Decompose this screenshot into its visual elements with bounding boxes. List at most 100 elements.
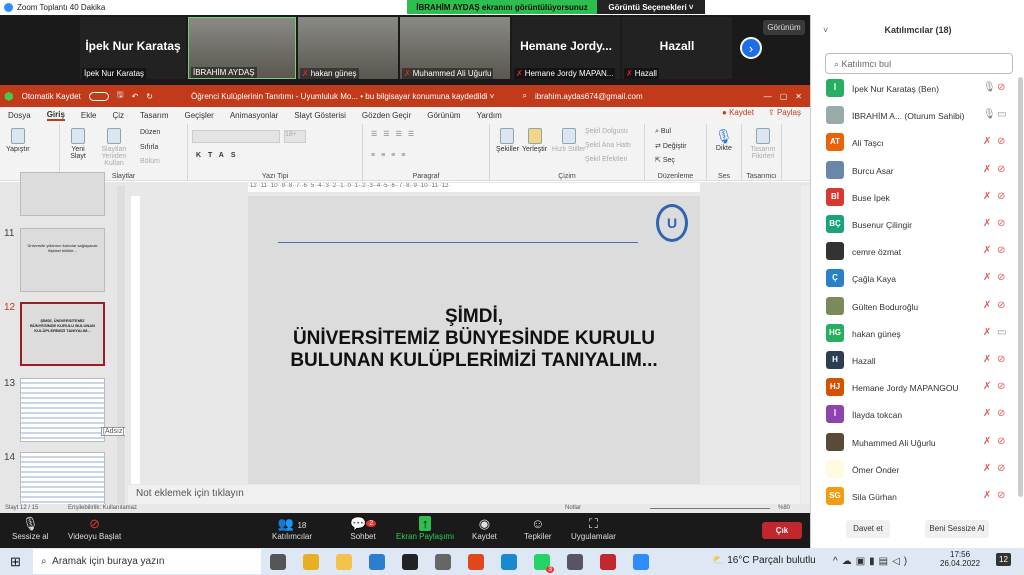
video-camera-icon[interactable]: ▭ bbox=[997, 327, 1006, 338]
start-video-button[interactable]: ⊘ Videoyu Başlat bbox=[68, 516, 121, 541]
clock[interactable]: 17:56 26.04.2022 bbox=[940, 550, 980, 568]
tab-9[interactable]: Görünüm bbox=[427, 111, 460, 120]
mic-muted-icon[interactable]: ✗ bbox=[983, 164, 991, 175]
shapes-button[interactable]: Şekiller bbox=[496, 128, 519, 153]
accessibility-status[interactable]: Erişilebilirlik: Kullanılamaz bbox=[68, 505, 137, 511]
video-tile[interactable]: İpek Nur Karataş İpek Nur Karataş bbox=[80, 17, 186, 79]
microphone-icon[interactable]: 🎙 bbox=[983, 82, 996, 93]
video-off-icon[interactable]: ⊘ bbox=[997, 490, 1005, 501]
mute-button[interactable]: 🎙 Sessize al bbox=[12, 516, 48, 541]
shape-effects-button[interactable]: Şekil Efektleri bbox=[585, 156, 627, 163]
video-off-icon[interactable]: ⊘ bbox=[997, 408, 1005, 419]
taskbar-search[interactable]: ⌕ Aramak için buraya yazın bbox=[33, 549, 261, 574]
participant-row[interactable]: BÇ Busenur Çilingir ✗ ⊘ bbox=[811, 211, 1016, 238]
mic-muted-icon[interactable]: ✗ bbox=[983, 136, 991, 147]
notes-button[interactable]: Notlar bbox=[565, 505, 581, 511]
microphone-icon[interactable]: 🎙 bbox=[983, 109, 996, 120]
file-explorer-icon[interactable] bbox=[336, 554, 352, 570]
share-screen-button[interactable]: ↑ Ekran Paylaşımı bbox=[396, 516, 454, 541]
participant-row[interactable]: Gülten Boduroğlu ✗ ⊘ bbox=[811, 293, 1016, 320]
video-off-icon[interactable]: ⊘ bbox=[997, 245, 1005, 256]
video-off-icon[interactable]: ⊘ bbox=[997, 463, 1005, 474]
save-icon[interactable]: 🖫 bbox=[117, 89, 124, 103]
reset-button[interactable]: Sıfırla bbox=[140, 144, 158, 151]
mic-muted-icon[interactable]: ✗ bbox=[983, 300, 991, 311]
invite-button[interactable]: Davet et bbox=[846, 520, 890, 538]
slide-thumbnail[interactable]: Üniversite yıllarının kalıcılar sağlayac… bbox=[20, 228, 105, 292]
video-off-icon[interactable]: ⊘ bbox=[997, 82, 1005, 93]
tab-7[interactable]: Slayt Gösterisi bbox=[294, 111, 346, 120]
participant-row[interactable]: İBRAHİM A... (Oturum Sahibi) 🎙 ▭ bbox=[811, 102, 1016, 129]
video-tile[interactable]: ✗ hakan güneş bbox=[298, 17, 398, 79]
tab-0[interactable]: Dosya bbox=[8, 111, 31, 120]
participant-row[interactable]: İ İpek Nur Karataş (Ben) 🎙 ⊘ bbox=[811, 75, 1016, 102]
mic-muted-icon[interactable]: ✗ bbox=[983, 354, 991, 365]
participant-row[interactable]: Burcu Asar ✗ ⊘ bbox=[811, 157, 1016, 184]
notes-area[interactable]: Not eklemek için tıklayın bbox=[128, 485, 800, 504]
mic-muted-icon[interactable]: ✗ bbox=[983, 408, 991, 419]
zoom-level[interactable]: %80 bbox=[778, 505, 790, 511]
leave-button[interactable]: Çık bbox=[762, 522, 802, 539]
video-off-icon[interactable]: ⊘ bbox=[997, 354, 1005, 365]
video-off-icon[interactable]: ⊘ bbox=[997, 164, 1005, 175]
section-button[interactable]: Bölüm bbox=[140, 158, 160, 165]
slide-title[interactable]: ŞİMDİ, ÜNİVERSİTEMİZ BÜNYESİNDE KURULU B… bbox=[248, 306, 700, 372]
mic-muted-icon[interactable]: ✗ bbox=[983, 436, 991, 447]
align-buttons[interactable]: ≡≡≡≡ bbox=[371, 152, 411, 159]
participant-row[interactable]: Bİ Buse İpek ✗ ⊘ bbox=[811, 184, 1016, 211]
font-size-select[interactable]: 18+ bbox=[284, 130, 306, 143]
account-email[interactable]: ibrahim.aydas674@gmail.com bbox=[535, 92, 643, 101]
notification-center-icon[interactable]: 12 bbox=[996, 553, 1011, 566]
participant-row[interactable]: H Hazall ✗ ⊘ bbox=[811, 347, 1016, 374]
mic-muted-icon[interactable]: ✗ bbox=[983, 218, 991, 229]
video-off-icon[interactable]: ⊘ bbox=[997, 191, 1005, 202]
mcafee-icon[interactable] bbox=[600, 554, 616, 570]
video-tile[interactable]: Hazall ✗ Hazall bbox=[622, 17, 732, 79]
video-tile[interactable]: Hemane Jordy... ✗ Hemane Jordy MAPAN... bbox=[512, 17, 620, 79]
replace-button[interactable]: ⇄ Değiştir bbox=[655, 142, 687, 150]
next-page-arrow-icon[interactable]: › bbox=[740, 37, 762, 59]
view-button[interactable]: Görünüm bbox=[763, 20, 805, 35]
mic-muted-icon[interactable]: ✗ bbox=[983, 272, 991, 283]
layout-button[interactable]: Düzen bbox=[140, 129, 160, 136]
new-slide-button[interactable]: Yeni Slayt bbox=[66, 128, 90, 160]
slide-thumbnail[interactable] bbox=[20, 172, 105, 216]
participant-search-input[interactable]: ⌕ Katılımcı bul bbox=[825, 53, 1013, 74]
view-options-button[interactable]: Görüntü Seçenekleri ˅ bbox=[597, 0, 705, 14]
tab-8[interactable]: Gözden Geçir bbox=[362, 111, 411, 120]
thumbnail-scrollbar[interactable] bbox=[117, 186, 125, 504]
arrange-button[interactable]: Yerleştir bbox=[522, 128, 547, 153]
system-tray-icons[interactable]: ^☁▣▮▤◁) bbox=[833, 556, 911, 567]
ppt-save-button[interactable]: ● Kaydet bbox=[722, 108, 754, 117]
chrome-icon[interactable] bbox=[303, 554, 319, 570]
video-camera-icon[interactable]: ▭ bbox=[997, 109, 1006, 120]
paste-button[interactable]: Yapıştır bbox=[6, 128, 30, 153]
weather-widget[interactable]: ⛅ 16°C Parçalı bulutlu bbox=[712, 555, 816, 566]
undo-icon[interactable]: ↶ bbox=[132, 92, 139, 101]
camera-icon[interactable] bbox=[435, 554, 451, 570]
participant-row[interactable]: Ömer Önder ✗ ⊘ bbox=[811, 456, 1016, 483]
reactions-button[interactable]: ☺ Tepkiler bbox=[524, 516, 552, 541]
mute-me-button[interactable]: Beni Sessize Al bbox=[925, 520, 989, 538]
video-off-icon[interactable]: ⊘ bbox=[997, 300, 1005, 311]
slide-thumbnails-panel[interactable]: 11 Üniversite yıllarının kalıcılar sağlay… bbox=[0, 172, 125, 516]
video-off-icon[interactable]: ⊘ bbox=[997, 272, 1005, 283]
participant-row[interactable]: AT Ali Taşcı ✗ ⊘ bbox=[811, 129, 1016, 156]
search-icon[interactable]: ⌕ bbox=[522, 91, 526, 101]
autosave-toggle[interactable] bbox=[88, 91, 109, 101]
list-buttons[interactable]: ☰☰☰☰ bbox=[371, 130, 420, 138]
select-button[interactable]: ⇱ Seç bbox=[655, 156, 675, 164]
mic-muted-icon[interactable]: ✗ bbox=[983, 463, 991, 474]
office-icon[interactable] bbox=[468, 554, 484, 570]
task-view-icon[interactable] bbox=[270, 554, 286, 570]
mic-muted-icon[interactable]: ✗ bbox=[983, 381, 991, 392]
calculator-icon[interactable] bbox=[567, 554, 583, 570]
find-button[interactable]: ⌕ Bul bbox=[655, 128, 671, 136]
current-slide[interactable]: U ŞİMDİ, ÜNİVERSİTEMİZ BÜNYESİNDE KURULU… bbox=[248, 196, 700, 484]
close-icon[interactable]: ✕ bbox=[795, 92, 802, 101]
tab-3[interactable]: Çiz bbox=[112, 111, 124, 120]
font-family-select[interactable] bbox=[192, 130, 280, 143]
participant-row[interactable]: SG Sila Gürhan ✗ ⊘ bbox=[811, 483, 1016, 510]
windows-start-icon[interactable]: ⊞ bbox=[10, 554, 21, 570]
ppt-share-button[interactable]: ⇪ Paylaş bbox=[768, 108, 801, 117]
